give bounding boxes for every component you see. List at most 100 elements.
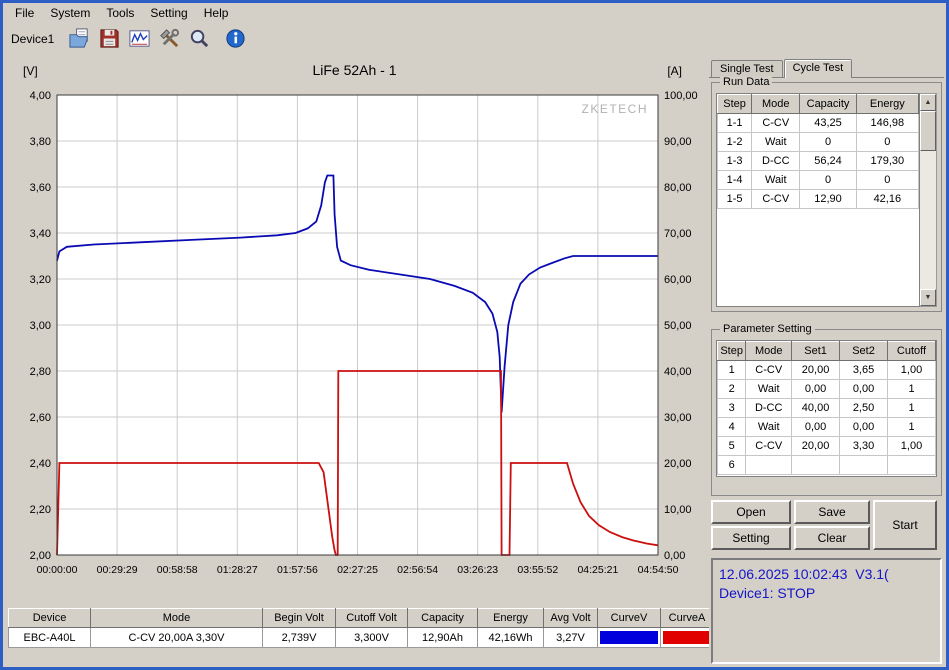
wave-icon (128, 27, 151, 50)
toolbar-save-button[interactable] (96, 25, 124, 52)
tab-single-test[interactable]: Single Test (711, 60, 783, 77)
open-button[interactable]: Open (711, 500, 791, 524)
param-row[interactable]: 6 (717, 455, 936, 475)
cell[interactable]: C-CV (745, 436, 793, 456)
cell[interactable]: 2 (717, 379, 747, 399)
cell: 179,30 (855, 151, 919, 171)
toolbar-zoom-button[interactable] (186, 25, 214, 52)
chart[interactable]: ZKETECH 4,00 3,80 3,60 3,40 3,20 3,00 2,80 2,60 2… (3, 85, 706, 590)
cell[interactable]: 3 (717, 398, 747, 418)
svg-text:90,00: 90,00 (664, 136, 692, 148)
menu-system[interactable]: System (42, 5, 98, 21)
cell: 43,25 (799, 113, 857, 133)
cell[interactable] (839, 455, 888, 475)
svg-text:2,40: 2,40 (30, 458, 51, 470)
param-row[interactable]: 2 Wait 0,00 0,00 1 (717, 379, 936, 399)
run-data-row[interactable]: 1-4 Wait 0 0 (717, 170, 919, 190)
toolbar-info-button[interactable] (222, 25, 250, 52)
cutoff-volt-cell: 3,300V (335, 627, 408, 648)
mode-cell: C-CV 20,00A 3,30V (90, 627, 263, 648)
cell[interactable]: 5 (717, 436, 747, 456)
toolbar-open-button[interactable] (66, 25, 94, 52)
cell[interactable]: 0,00 (791, 379, 841, 399)
cell[interactable]: 3,30 (839, 436, 888, 456)
run-data-row[interactable]: 1-2 Wait 0 0 (717, 132, 919, 152)
test-tabs: Single Test Cycle Test (709, 57, 944, 78)
summary-table-wrap: Device Mode Begin Volt Cutoff Volt Capac… (8, 608, 709, 649)
cell[interactable]: 1 (887, 398, 936, 418)
cell[interactable]: 0,00 (839, 417, 888, 437)
svg-text:3,00: 3,00 (30, 320, 51, 332)
cell[interactable]: C-CV (745, 360, 793, 380)
col-step: Step (717, 341, 747, 361)
scroll-down-icon[interactable]: ▼ (920, 289, 936, 306)
parameter-setting-group: Parameter Setting Step Mode Set1 Set2 Cu… (711, 323, 942, 496)
cell[interactable]: Wait (745, 417, 793, 437)
svg-text:02:56:54: 02:56:54 (397, 564, 438, 576)
cell[interactable]: 3,65 (839, 360, 888, 380)
cell[interactable]: 1,00 (887, 436, 936, 456)
cell[interactable] (887, 455, 936, 475)
scroll-up-icon[interactable]: ▲ (920, 94, 936, 111)
col-energy: Energy (855, 94, 919, 114)
tab-cycle-test[interactable]: Cycle Test (783, 59, 853, 78)
cell[interactable]: 0,00 (839, 379, 888, 399)
clear-button[interactable]: Clear (794, 526, 870, 550)
status-line-datetime: 12.06.2025 10:02:43 V3.1( (719, 566, 889, 582)
cell[interactable]: 2,50 (839, 398, 888, 418)
menu-file[interactable]: File (7, 5, 42, 21)
run-data-row[interactable]: 1-1 C-CV 43,25 146,98 (717, 113, 919, 133)
svg-text:3,20: 3,20 (30, 274, 51, 286)
svg-text:0,00: 0,00 (664, 550, 685, 562)
svg-text:2,60: 2,60 (30, 412, 51, 424)
cell: C-CV (751, 113, 801, 133)
cell[interactable] (791, 455, 841, 475)
begin-volt-cell: 2,739V (262, 627, 336, 648)
menu-tools[interactable]: Tools (98, 5, 142, 21)
menu-help[interactable]: Help (196, 5, 237, 21)
cell[interactable]: Wait (745, 379, 793, 399)
cell: 0 (799, 132, 857, 152)
svg-text:3,40: 3,40 (30, 228, 51, 240)
cell[interactable]: 1 (887, 379, 936, 399)
toolbar-curve-button[interactable] (126, 25, 154, 52)
cell[interactable]: 1 (887, 417, 936, 437)
cell[interactable]: 0,00 (791, 417, 841, 437)
cell[interactable]: 1 (717, 360, 747, 380)
save-button[interactable]: Save (794, 500, 870, 524)
cell[interactable]: D-CC (745, 398, 793, 418)
col-begin-volt: Begin Volt (262, 608, 336, 628)
run-data-scrollbar[interactable]: ▲ ▼ (920, 93, 937, 307)
svg-text:4,00: 4,00 (30, 90, 51, 102)
svg-text:03:26:23: 03:26:23 (457, 564, 498, 576)
svg-text:70,00: 70,00 (664, 228, 692, 240)
param-row[interactable]: 5 C-CV 20,00 3,30 1,00 (717, 436, 936, 456)
cell[interactable]: 6 (717, 455, 747, 475)
run-data-row[interactable]: 1-3 D-CC 56,24 179,30 (717, 151, 919, 171)
setting-button[interactable]: Setting (711, 526, 791, 550)
cell[interactable]: 20,00 (791, 436, 841, 456)
cell[interactable] (745, 455, 793, 475)
param-row[interactable]: 3 D-CC 40,00 2,50 1 (717, 398, 936, 418)
cell[interactable]: 20,00 (791, 360, 841, 380)
menu-setting[interactable]: Setting (142, 5, 195, 21)
cell: 12,90 (799, 189, 857, 209)
svg-text:3,60: 3,60 (30, 182, 51, 194)
param-row[interactable]: 4 Wait 0,00 0,00 1 (717, 417, 936, 437)
cell[interactable]: 4 (717, 417, 747, 437)
toolbar-tools-button[interactable] (156, 25, 184, 52)
scrollbar-thumb[interactable] (920, 111, 936, 151)
cell[interactable]: 40,00 (791, 398, 841, 418)
start-button[interactable]: Start (873, 500, 937, 550)
capacity-cell: 12,90Ah (407, 627, 478, 648)
cell[interactable]: 1,00 (887, 360, 936, 380)
run-data-table: Step Mode Capacity Energy 1-1 C-CV 43,25… (717, 94, 919, 209)
scrollbar-track[interactable] (920, 111, 936, 289)
app-window: File System Tools Setting Help Device1 [… (0, 0, 949, 670)
param-row[interactable]: 1 C-CV 20,00 3,65 1,00 (717, 360, 936, 380)
parameter-setting-group-title: Parameter Setting (720, 323, 815, 335)
col-step: Step (717, 94, 753, 114)
col-curve-a: CurveA (660, 608, 709, 628)
cell: Wait (751, 132, 801, 152)
run-data-row[interactable]: 1-5 C-CV 12,90 42,16 (717, 189, 919, 209)
